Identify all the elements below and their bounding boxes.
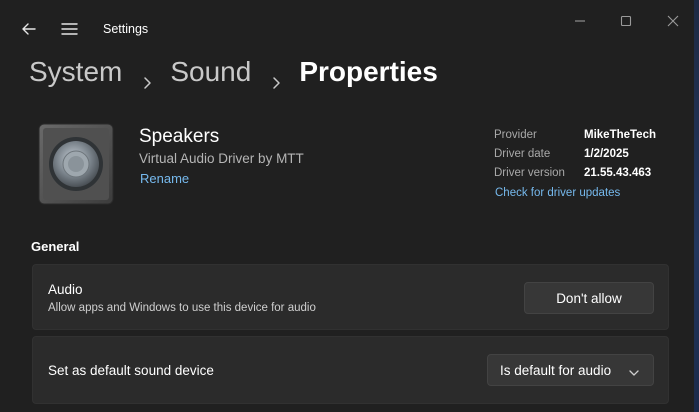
breadcrumb-item-sound[interactable]: Sound [170, 56, 251, 88]
provider-value: MikeTheTech [584, 129, 656, 141]
minimize-icon[interactable] [567, 10, 593, 32]
driver-date-value: 1/2/2025 [584, 148, 629, 160]
hamburger-menu-icon[interactable] [59, 18, 81, 40]
chevron-right-icon [140, 65, 154, 89]
close-icon[interactable] [660, 10, 686, 32]
driver-version-value: 21.55.43.463 [584, 167, 652, 179]
audio-setting-description: Allow apps and Windows to use this devic… [48, 302, 316, 314]
title-bar: Settings [0, 0, 694, 44]
chevron-down-icon [628, 366, 640, 376]
default-device-card: Set as default sound device Is default f… [32, 336, 669, 404]
window-title: Settings [103, 22, 149, 36]
speaker-icon [38, 123, 114, 205]
audio-setting-title: Audio [48, 282, 83, 297]
settings-window: Settings System Sound Properties Speaker… [0, 0, 695, 412]
driver-date-label: Driver date [494, 148, 551, 160]
page-title: Properties [299, 56, 438, 87]
rename-link[interactable]: Rename [140, 171, 189, 186]
chevron-right-icon [269, 65, 283, 89]
provider-label: Provider [494, 129, 537, 141]
default-device-title: Set as default sound device [48, 363, 214, 378]
check-driver-updates-link[interactable]: Check for driver updates [495, 187, 620, 199]
desktop-background [694, 0, 699, 412]
device-description: Virtual Audio Driver by MTT [139, 151, 304, 166]
default-device-dropdown[interactable]: Is default for audio [487, 354, 654, 386]
section-title-general: General [31, 239, 80, 254]
maximize-icon[interactable] [613, 10, 639, 32]
device-name: Speakers [139, 126, 220, 147]
driver-version-label: Driver version [494, 167, 565, 179]
breadcrumb: System Sound Properties [29, 52, 438, 92]
breadcrumb-item-system[interactable]: System [29, 56, 122, 88]
audio-setting-card: Audio Allow apps and Windows to use this… [32, 264, 669, 330]
dont-allow-button[interactable]: Don't allow [524, 282, 654, 314]
back-arrow-icon[interactable] [18, 18, 40, 40]
default-device-selected: Is default for audio [500, 363, 612, 378]
